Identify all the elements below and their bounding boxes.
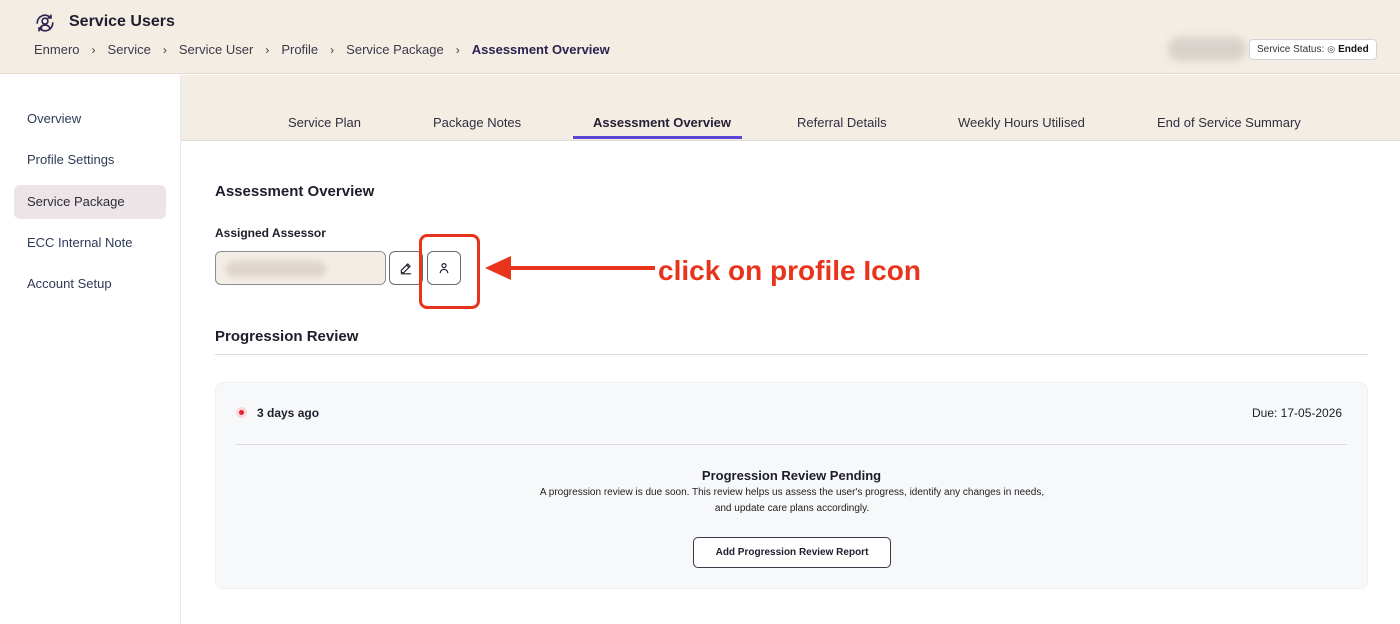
sidebar-item-profile-settings[interactable]: Profile Settings [14,143,166,177]
sidebar: Overview Profile Settings Service Packag… [0,75,181,624]
status-value: Ended [1338,44,1369,55]
breadcrumb-current: Assessment Overview [471,42,610,57]
tab-service-plan[interactable]: Service Plan [288,115,361,130]
page-title: Assessment Overview [215,183,375,200]
edit-assessor-button[interactable] [389,251,423,285]
tab-assessment-overview[interactable]: Assessment Overview [593,115,731,130]
circle-dot-icon: ◎ [1327,44,1336,54]
blurred-assessor-name [226,261,326,277]
chevron-right-icon: › [330,42,335,57]
chevron-right-icon: › [91,42,96,57]
breadcrumb: Enmero › Service › Service User › Profil… [34,42,610,57]
review-time-ago: 3 days ago [257,406,320,420]
annotation-arrow-icon [485,256,655,280]
assigned-assessor-label: Assigned Assessor [215,226,326,240]
sidebar-item-ecc-internal-note[interactable]: ECC Internal Note [14,226,166,260]
tab-bar: Service Plan Package Notes Assessment Ov… [181,75,1400,141]
sidebar-item-service-package[interactable]: Service Package [14,185,166,219]
app-header: Service Users Enmero › Service › Service… [0,0,1400,74]
pencil-icon [400,263,412,275]
pending-description: A progression review is due soon. This r… [539,487,1045,514]
breadcrumb-enmero[interactable]: Enmero [34,42,80,57]
annotation-highlight-box [419,234,480,309]
review-due-date: Due: 17-05-2026 [1252,406,1343,420]
blurred-user-name [1168,37,1246,61]
breadcrumb-service-user[interactable]: Service User [179,42,253,57]
add-progression-review-button[interactable]: Add Progression Review Report [693,537,891,568]
chevron-right-icon: › [162,42,167,57]
pending-title: Progression Review Pending [701,468,882,483]
assigned-assessor-field[interactable] [215,251,386,285]
chevron-right-icon: › [265,42,270,57]
section-divider [215,354,1368,355]
users-sync-icon [36,14,54,32]
sidebar-item-account-setup[interactable]: Account Setup [14,267,166,301]
sidebar-item-overview[interactable]: Overview [14,102,166,136]
app-title: Service Users [69,13,175,30]
tab-end-of-service-summary[interactable]: End of Service Summary [1157,115,1301,130]
breadcrumb-profile[interactable]: Profile [281,42,318,57]
card-divider [236,444,1347,445]
active-tab-indicator [573,136,742,139]
breadcrumb-service[interactable]: Service [108,42,151,57]
tab-package-notes[interactable]: Package Notes [433,115,521,130]
tab-referral-details[interactable]: Referral Details [797,115,887,130]
chevron-right-icon: › [455,42,460,57]
status-label: Service Status: [1257,44,1325,55]
status-badge: Service Status: ◎ Ended [1249,39,1377,60]
tab-weekly-hours-utilised[interactable]: Weekly Hours Utilised [958,115,1085,130]
annotation-text: click on profile Icon [658,255,921,286]
status-dot-icon [239,410,244,415]
progression-review-title: Progression Review [215,328,359,345]
breadcrumb-service-package[interactable]: Service Package [346,42,444,57]
